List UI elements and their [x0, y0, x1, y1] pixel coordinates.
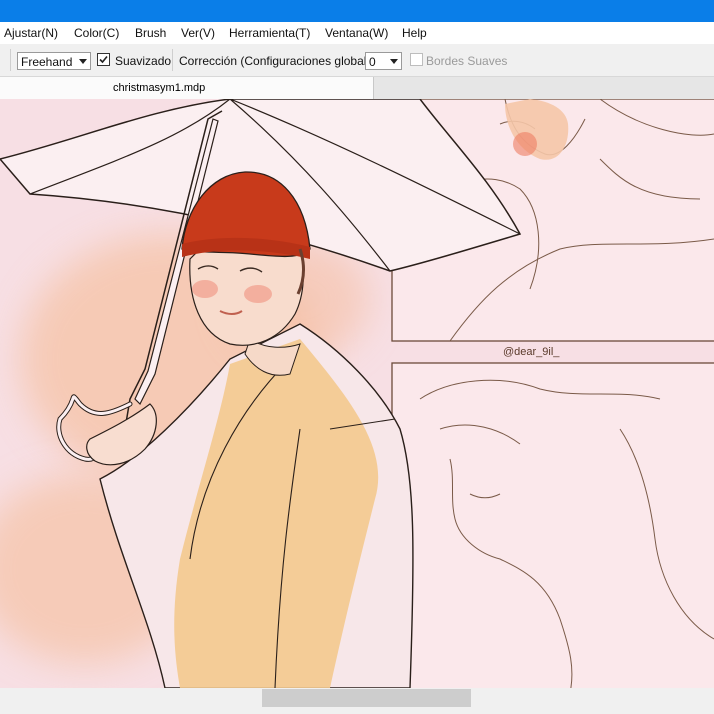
chevron-down-icon [390, 59, 398, 64]
menu-ajustar[interactable]: Ajustar(N) [4, 26, 58, 40]
document-tab-strip: christmasym1.mdp [0, 77, 714, 99]
menu-herramienta[interactable]: Herramienta(T) [229, 26, 310, 40]
correction-select[interactable]: 0 [365, 52, 402, 70]
watermark-text: @dear_9il_ [503, 346, 560, 358]
artwork: @dear_9il_ [0, 99, 714, 688]
horizontal-scrollbar[interactable] [0, 688, 714, 714]
soft-edges-label: Bordes Suaves [426, 54, 508, 68]
window-title-bar [0, 0, 714, 22]
brush-toolbar: Freehand Suavizado Corrección (Configura… [0, 44, 714, 77]
document-tab[interactable]: christmasym1.mdp [0, 77, 374, 99]
scrollbar-thumb[interactable] [262, 689, 471, 707]
smoothing-label: Suavizado [115, 54, 172, 68]
menu-color[interactable]: Color(C) [74, 26, 119, 40]
menu-brush[interactable]: Brush [135, 26, 166, 40]
brush-mode-select[interactable]: Freehand [17, 52, 91, 70]
checkmark-icon [99, 55, 108, 64]
toolbar-divider [172, 49, 173, 71]
bottom-right-panel [391, 362, 714, 688]
menu-ver[interactable]: Ver(V) [181, 26, 215, 40]
soft-edges-checkbox[interactable] [410, 53, 423, 66]
panel-blush [513, 132, 537, 156]
cheek-blush [192, 280, 218, 298]
menu-ventana[interactable]: Ventana(W) [325, 26, 388, 40]
document-tab-title: christmasym1.mdp [113, 82, 206, 94]
drawing-canvas[interactable]: @dear_9il_ [0, 99, 714, 688]
cheek-blush [244, 285, 272, 303]
menu-help[interactable]: Help [402, 26, 427, 40]
menu-bar: Ajustar(N) Color(C) Brush Ver(V) Herrami… [0, 22, 714, 44]
brush-mode-value: Freehand [21, 55, 73, 69]
correction-value: 0 [369, 55, 376, 69]
smoothing-checkbox[interactable] [97, 53, 110, 66]
correction-label: Corrección (Configuraciones globales) [179, 54, 384, 68]
chevron-down-icon [79, 59, 87, 64]
toolbar-divider [10, 49, 11, 71]
